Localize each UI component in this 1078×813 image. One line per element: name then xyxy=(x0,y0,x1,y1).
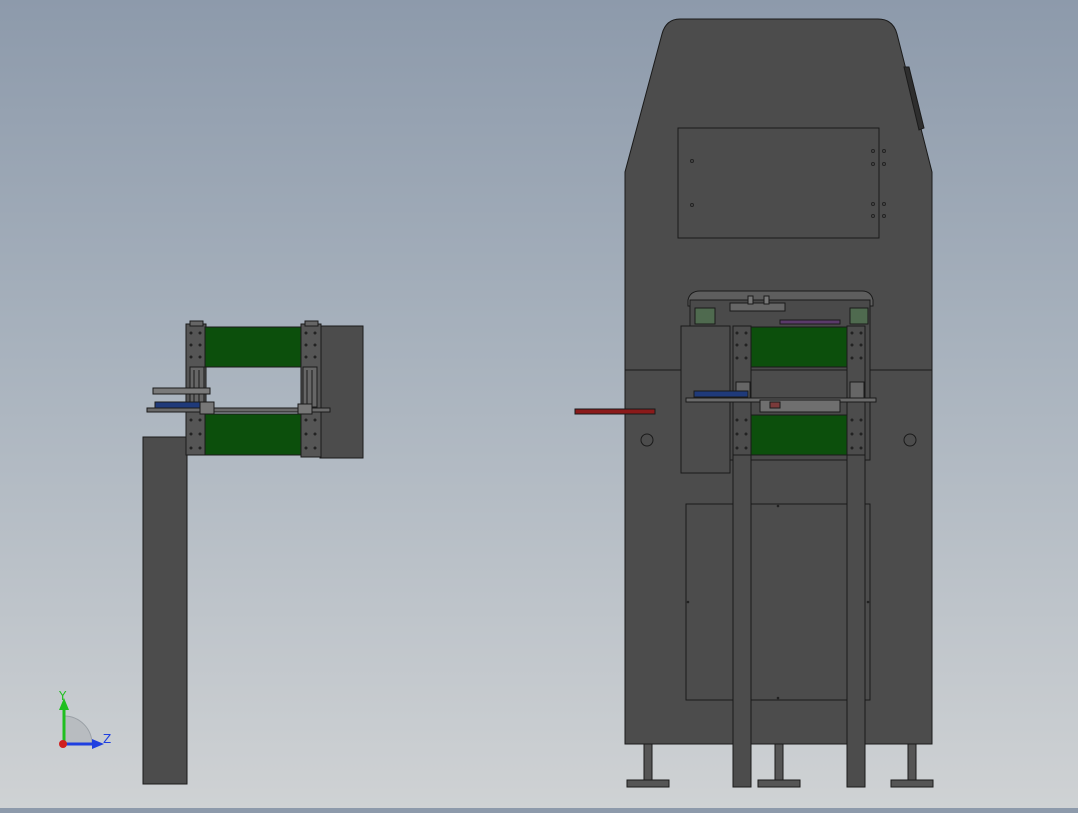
axis-x-dot xyxy=(59,740,67,748)
cad-model-canvas[interactable]: Y Z xyxy=(0,0,1078,808)
axis-triad-icon: Y Z xyxy=(58,689,111,749)
machine-front-view[interactable] xyxy=(574,18,934,788)
leveling-feet xyxy=(626,743,934,788)
top-window-panel xyxy=(677,127,880,239)
front-roller-lower xyxy=(750,414,848,456)
side-column xyxy=(142,436,188,785)
cad-viewport[interactable]: Y Z xyxy=(0,0,1078,808)
axis-y-label: Y xyxy=(58,689,67,703)
axis-z-label: Z xyxy=(103,732,111,746)
machine-side-view[interactable] xyxy=(142,320,364,785)
front-handle-bar xyxy=(574,408,656,415)
side-back-panel xyxy=(319,325,364,459)
side-roller-upper xyxy=(204,326,302,368)
side-roller-lower xyxy=(204,413,302,456)
knob-right xyxy=(903,433,917,447)
front-roller-upper xyxy=(750,326,848,368)
knob-left xyxy=(640,433,654,447)
